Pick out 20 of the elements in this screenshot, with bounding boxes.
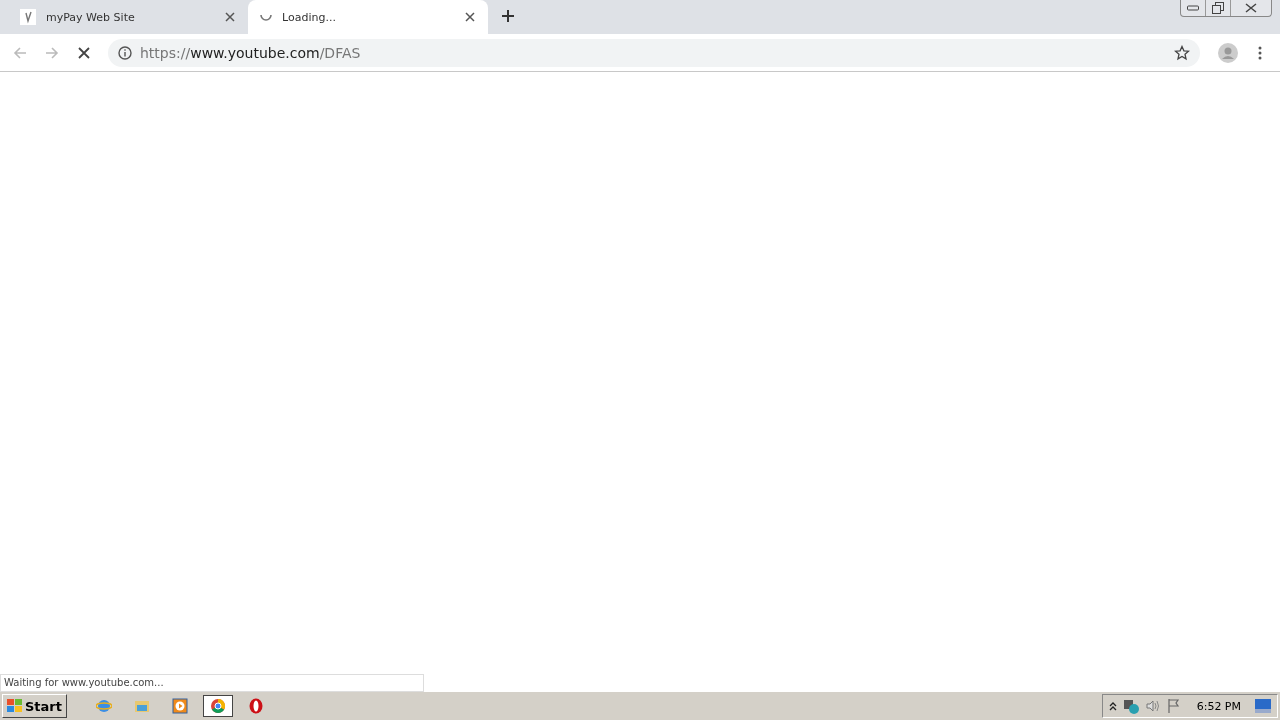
chrome-icon — [210, 698, 226, 714]
taskbar-button[interactable] — [203, 695, 233, 717]
globe-icon — [96, 698, 112, 714]
clock-text: 6:52 PM — [1196, 699, 1241, 713]
url-text: https://www.youtube.com/DFAS — [140, 44, 362, 61]
address-bar[interactable]: https://www.youtube.com/DFAS — [108, 38, 1200, 67]
network-icon[interactable] — [1122, 698, 1139, 714]
play-icon — [172, 698, 188, 714]
star-icon[interactable] — [1174, 44, 1190, 61]
chevron-up-icon[interactable] — [1108, 701, 1117, 711]
browser-tab[interactable]: Loading... — [248, 0, 488, 34]
speaker-icon[interactable] — [1144, 698, 1161, 714]
flag-icon[interactable] — [1166, 698, 1181, 714]
status-bubble: Waiting for www.youtube.com... — [0, 674, 424, 692]
folder-icon — [134, 698, 150, 714]
start-button[interactable]: Start — [2, 694, 67, 718]
info-icon — [118, 45, 132, 60]
windows-logo-icon — [7, 699, 23, 713]
browser-tab[interactable]: myPay Web Site — [8, 0, 248, 34]
opera-icon — [248, 698, 264, 714]
